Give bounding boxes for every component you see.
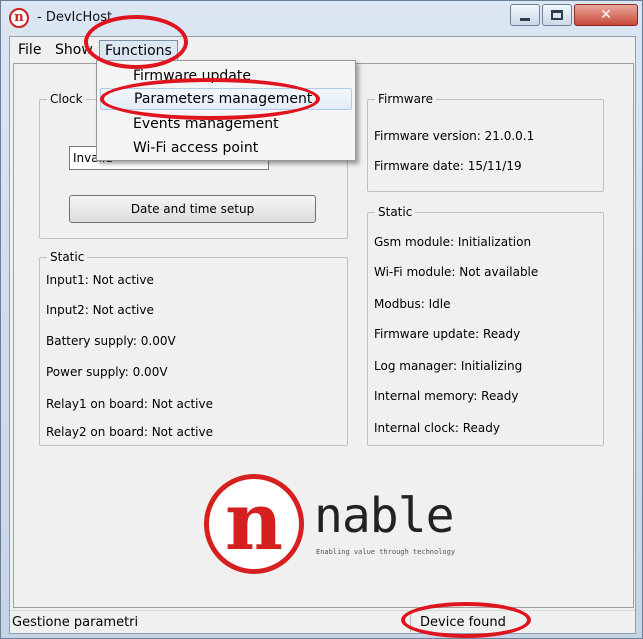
static-right-group: Static Gsm module: Initialization Wi-Fi …	[367, 205, 604, 446]
status-row: Relay1 on board: Not active	[46, 397, 214, 411]
close-button[interactable]: ✕	[574, 4, 638, 26]
maximize-icon	[551, 10, 563, 20]
clock-group-title: Clock	[47, 92, 86, 106]
nable-logo-icon: n	[9, 8, 29, 28]
menu-show[interactable]: Show	[50, 40, 98, 61]
menu-functions[interactable]: Functions	[99, 40, 178, 61]
menu-item-events-management[interactable]: Events management	[100, 113, 352, 135]
status-row: Battery supply: 0.00V	[46, 334, 176, 348]
status-row: Input1: Not active	[46, 273, 154, 287]
logo-mark: n	[224, 474, 284, 568]
close-icon: ✕	[600, 7, 612, 23]
firmware-date: Firmware date: 15/11/19	[374, 159, 522, 173]
logo-tagline: Enabling value through technology	[316, 548, 456, 556]
maximize-button[interactable]	[542, 4, 572, 26]
minimize-icon	[520, 17, 530, 21]
date-time-setup-button[interactable]: Date and time setup	[69, 195, 316, 223]
status-row: Gsm module: Initialization	[374, 235, 532, 249]
window-title: - DevIcHost	[37, 10, 113, 25]
status-row: Modbus: Idle	[374, 297, 451, 311]
menu-item-parameters-management[interactable]: Parameters management	[100, 88, 352, 110]
status-row: Relay2 on board: Not active	[46, 425, 214, 439]
firmware-group: Firmware Firmware version: 21.0.0.1 Firm…	[367, 92, 604, 192]
status-bar: Gestione parametri Device found	[10, 610, 635, 633]
logo-wordmark: nable	[314, 488, 454, 544]
title-bar[interactable]: n - DevIcHost ✕	[1, 1, 642, 35]
firmware-group-title: Firmware	[375, 92, 436, 106]
menu-item-wifi-access-point[interactable]: Wi-Fi access point	[100, 137, 352, 159]
status-row: Wi-Fi module: Not available	[374, 265, 539, 279]
menu-file[interactable]: File	[13, 40, 46, 61]
minimize-button[interactable]	[510, 4, 540, 26]
status-row: Log manager: Initializing	[374, 359, 523, 373]
status-message: Gestione parametri	[12, 615, 139, 630]
device-status: Device found	[420, 615, 506, 630]
status-row: Input2: Not active	[46, 303, 154, 317]
status-row: Firmware update: Ready	[374, 327, 521, 341]
menu-item-firmware-update[interactable]: Firmware update	[100, 65, 352, 87]
static-right-title: Static	[375, 205, 416, 219]
firmware-version: Firmware version: 21.0.0.1	[374, 129, 535, 143]
functions-dropdown-menu: Firmware update Parameters management Ev…	[96, 60, 356, 161]
status-row: Power supply: 0.00V	[46, 365, 168, 379]
status-row: Internal clock: Ready	[374, 421, 500, 435]
static-left-group: Static Input1: Not active Input2: Not ac…	[39, 250, 348, 446]
status-divider	[410, 613, 411, 632]
status-row: Internal memory: Ready	[374, 389, 519, 403]
static-left-title: Static	[47, 250, 88, 264]
nable-logo: n nable Enabling value through technolog…	[204, 474, 474, 574]
